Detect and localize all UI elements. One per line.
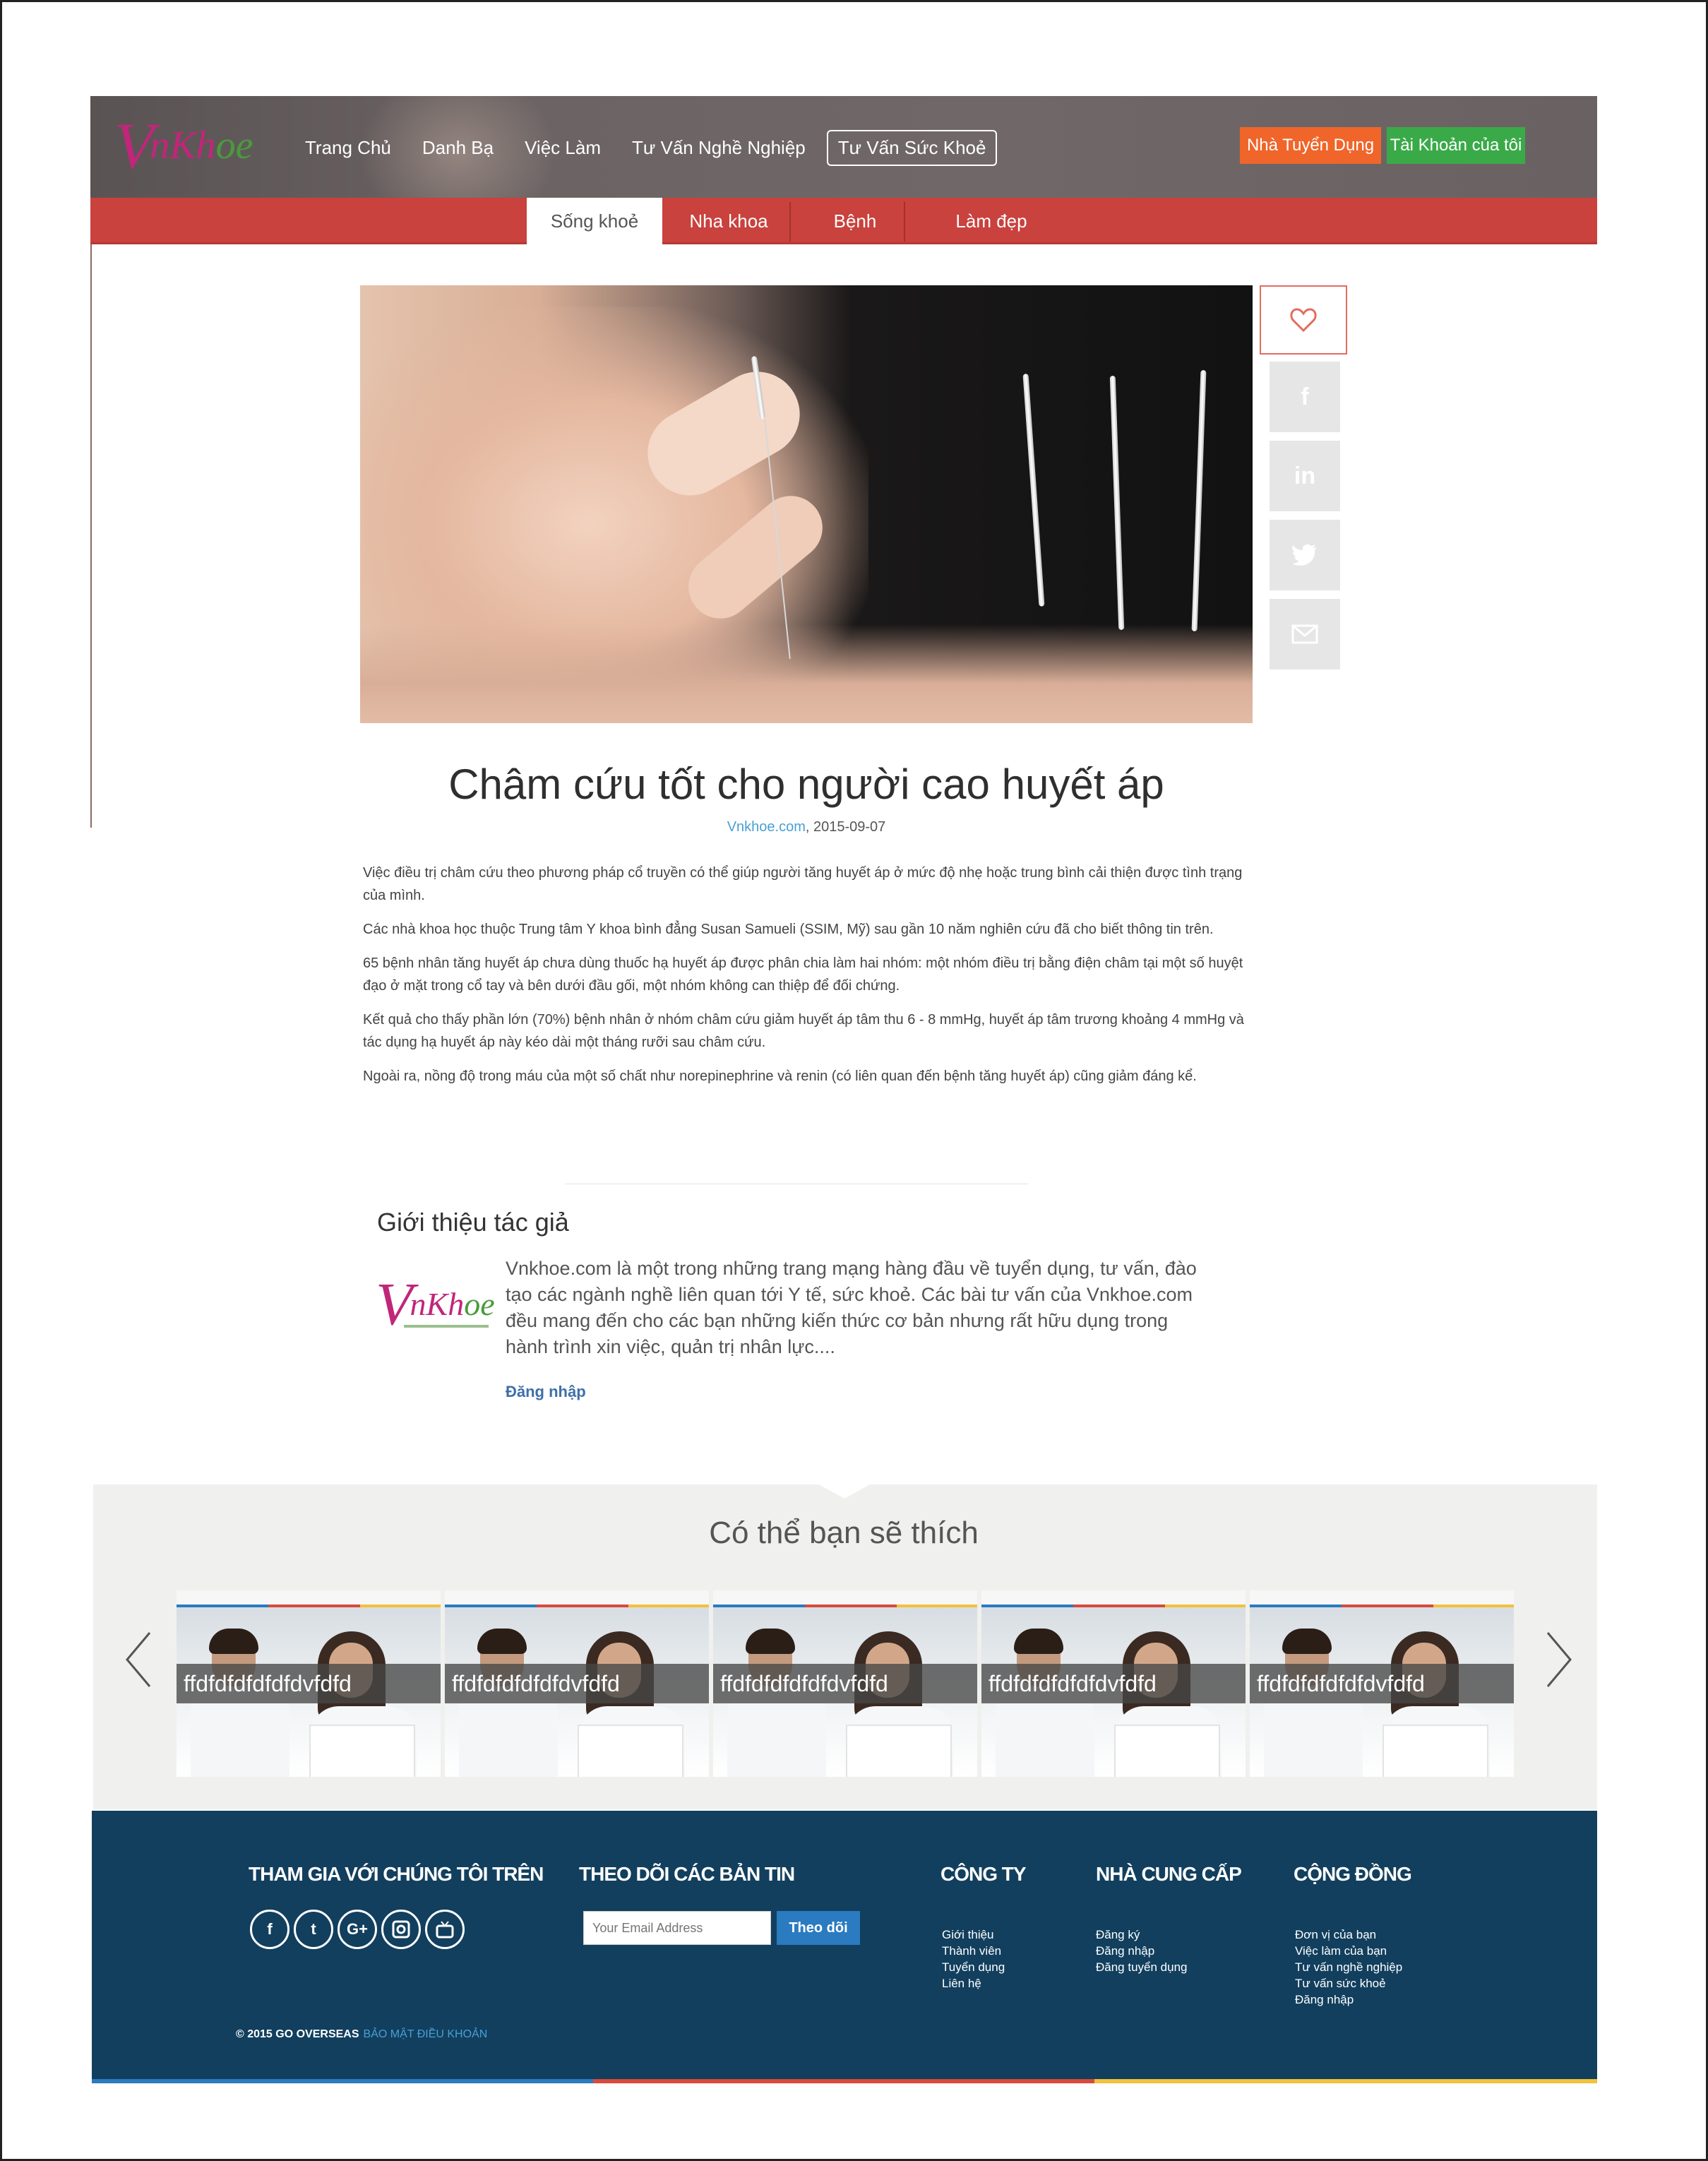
- footer-link[interactable]: Tư vấn sức khoẻ: [1295, 1975, 1402, 1992]
- facebook-icon: f: [1301, 383, 1309, 410]
- tab-nha-khoa[interactable]: Nha khoa: [662, 198, 795, 244]
- copyright: © 2015 GO OVERSEAS BẢO MẬT ĐIỀU KHOẢN: [236, 2028, 487, 2041]
- article-paragraph: 65 bệnh nhân tăng huyết áp chưa dùng thu…: [363, 956, 1243, 994]
- newsletter-email-input[interactable]: [583, 1911, 771, 1945]
- recommendation-card[interactable]: ffdfdfdfdfdfdvfdfd: [445, 1590, 709, 1777]
- account-button[interactable]: Tài Khoản của tôi: [1387, 127, 1525, 164]
- share-twitter-button[interactable]: [1270, 520, 1340, 590]
- article-paragraph: Việc điều trị châm cứu theo phương pháp …: [363, 865, 1243, 903]
- author-heading: Giới thiệu tác giả: [377, 1208, 569, 1237]
- instagram-icon: [392, 1920, 410, 1939]
- category-subnav: Sống khoẻ Nha khoa Bệnh Làm đẹp: [90, 198, 1597, 244]
- card-caption: ffdfdfdfdfdfdvfdfd: [981, 1664, 1246, 1703]
- facebook-icon: f: [267, 1920, 273, 1938]
- site-header: VnKhoe Trang Chủ Danh Bạ Việc Làm Tư Vấn…: [90, 96, 1597, 198]
- footer-newsletter-heading: THEO DÕI CÁC BẢN TIN: [579, 1863, 795, 1885]
- footer-link[interactable]: Liên hệ: [942, 1975, 1005, 1992]
- footer-twitter-link[interactable]: t: [294, 1910, 333, 1949]
- share-linkedin-button[interactable]: in: [1270, 441, 1340, 511]
- chevron-left-icon: [126, 1632, 151, 1687]
- recommendation-card[interactable]: ffdfdfdfdfdfdvfdfd: [1250, 1590, 1514, 1777]
- footer-link[interactable]: Đăng nhập: [1295, 1992, 1402, 2008]
- chevron-right-icon: [1546, 1632, 1572, 1687]
- tab-song-khoe[interactable]: Sống khoẻ: [527, 198, 662, 244]
- footer-link[interactable]: Tư vấn nghề nghiệp: [1295, 1959, 1402, 1975]
- footer-instagram-link[interactable]: [381, 1910, 421, 1949]
- main-nav: Trang Chủ Danh Bạ Việc Làm Tư Vấn Nghề N…: [305, 130, 1028, 166]
- footer-link[interactable]: Đơn vị của bạn: [1295, 1927, 1402, 1943]
- footer-link[interactable]: Tuyển dụng: [942, 1959, 1005, 1975]
- subscribe-button[interactable]: Theo dõi: [777, 1911, 860, 1945]
- footer-youtube-link[interactable]: [425, 1910, 465, 1949]
- article-date: , 2015-09-07: [805, 819, 886, 835]
- nav-danh-ba[interactable]: Danh Bạ: [422, 137, 494, 159]
- article-paragraph: Ngoài ra, nồng độ trong máu của một số c…: [363, 1068, 1197, 1084]
- footer-company-links: Giới thiệu Thành viên Tuyển dụng Liên hệ: [942, 1927, 1005, 1992]
- article-paragraph: Kết quả cho thấy phần lớn (70%) bệnh nhâ…: [363, 1012, 1244, 1050]
- footer-provider-heading: NHÀ CUNG CẤP: [1096, 1863, 1242, 1885]
- employer-button[interactable]: Nhà Tuyển Dụng: [1240, 127, 1381, 164]
- card-caption: ffdfdfdfdfdfdvfdfd: [713, 1664, 977, 1703]
- twitter-icon: t: [311, 1920, 316, 1938]
- share-email-button[interactable]: [1270, 599, 1340, 669]
- recommendations-title: Có thể bạn sẽ thích: [709, 1516, 979, 1550]
- article-title: Châm cứu tốt cho người cao huyết áp: [448, 761, 1164, 808]
- like-button[interactable]: [1260, 285, 1347, 355]
- footer-link[interactable]: Thành viên: [942, 1943, 1005, 1959]
- author-login-link[interactable]: Đăng nhập: [506, 1383, 586, 1401]
- author-logo: VnKhoe: [376, 1270, 495, 1338]
- card-caption: ffdfdfdfdfdfdvfdfd: [177, 1664, 441, 1703]
- twitter-icon: [1292, 544, 1316, 566]
- google-plus-icon: G+: [347, 1920, 368, 1938]
- youtube-icon: [436, 1921, 454, 1939]
- linkedin-icon: in: [1294, 462, 1316, 489]
- article-body: Việc điều trị châm cứu theo phương pháp …: [363, 862, 1254, 1099]
- recommendation-card[interactable]: ffdfdfdfdfdfdvfdfd: [713, 1590, 977, 1777]
- legal-links[interactable]: BẢO MẬT ĐIỀU KHOẢN: [364, 2028, 488, 2040]
- article-meta: Vnkhoe.com, 2015-09-07: [360, 819, 1253, 835]
- author-description: Vnkhoe.com là một trong những trang mạng…: [506, 1258, 1197, 1357]
- footer-community-heading: CỘNG ĐỒNG: [1294, 1863, 1412, 1885]
- footer-company-heading: CÔNG TY: [940, 1863, 1027, 1885]
- nav-trang-chu[interactable]: Trang Chủ: [305, 137, 391, 159]
- card-caption: ffdfdfdfdfdfdvfdfd: [1250, 1664, 1514, 1703]
- footer-google-plus-link[interactable]: G+: [338, 1910, 377, 1949]
- card-caption: ffdfdfdfdfdfdvfdfd: [445, 1664, 709, 1703]
- nav-tu-van-nghe-nghiep[interactable]: Tư Vấn Nghề Nghiệp: [632, 137, 806, 159]
- heart-icon: [1290, 308, 1317, 333]
- article-source-link[interactable]: Vnkhoe.com: [727, 819, 806, 835]
- footer-link[interactable]: Giới thiệu: [942, 1927, 1005, 1943]
- footer-link[interactable]: Đăng tuyển dụng: [1096, 1959, 1188, 1975]
- copyright-text: © 2015 GO OVERSEAS: [236, 2028, 359, 2040]
- footer-color-bar: [92, 2079, 1597, 2083]
- left-border-line: [90, 244, 92, 828]
- recommendation-card[interactable]: ffdfdfdfdfdfdvfdfd: [177, 1590, 441, 1777]
- footer-link[interactable]: Việc làm của bạn: [1295, 1943, 1402, 1959]
- tab-benh[interactable]: Bệnh: [795, 198, 915, 244]
- page: VnKhoe Trang Chủ Danh Bạ Việc Làm Tư Vấn…: [90, 96, 1597, 2083]
- carousel-prev-button[interactable]: [117, 1624, 160, 1695]
- article-paragraph: Các nhà khoa học thuộc Trung tâm Y khoa …: [363, 922, 1214, 937]
- footer-provider-links: Đăng ký Đăng nhập Đăng tuyển dụng: [1096, 1927, 1188, 1975]
- footer-join-heading: THAM GIA VỚI CHÚNG TÔI TRÊN: [249, 1863, 544, 1885]
- footer-link[interactable]: Đăng nhập: [1096, 1943, 1188, 1959]
- footer-facebook-link[interactable]: f: [250, 1910, 289, 1949]
- article-hero-image: [360, 285, 1253, 723]
- carousel-next-button[interactable]: [1538, 1624, 1580, 1695]
- share-facebook-button[interactable]: f: [1270, 362, 1340, 432]
- recommendation-card[interactable]: ffdfdfdfdfdfdvfdfd: [981, 1590, 1246, 1777]
- nav-viec-lam[interactable]: Việc Làm: [525, 137, 601, 159]
- tab-lam-dep[interactable]: Làm đẹp: [915, 198, 1068, 244]
- footer-community-links: Đơn vị của bạn Việc làm của bạn Tư vấn n…: [1295, 1927, 1402, 2008]
- email-icon: [1291, 624, 1318, 644]
- vnkhoe-logo[interactable]: VnKhoe: [114, 110, 253, 181]
- nav-tu-van-suc-khoe[interactable]: Tư Vấn Sức Khoẻ: [826, 130, 998, 166]
- footer-link[interactable]: Đăng ký: [1096, 1927, 1188, 1943]
